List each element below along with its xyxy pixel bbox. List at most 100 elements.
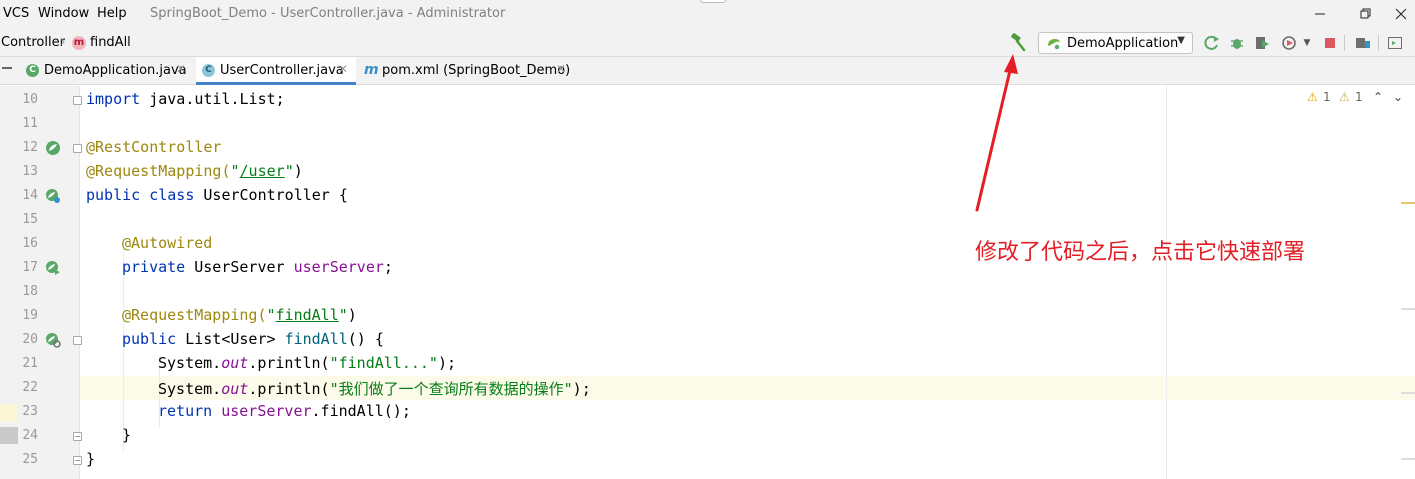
token-text: ) — [293, 162, 303, 180]
debug-button[interactable] — [1228, 34, 1246, 52]
coverage-button[interactable] — [1253, 34, 1271, 52]
code-editor[interactable]: 10 11 12 13 14 15 16 17 18 19 20 21 22 2… — [0, 86, 1415, 479]
autowired-navigate-icon[interactable] — [45, 260, 61, 276]
tab-label: DemoApplication.java — [44, 63, 187, 78]
token-text: .println( — [248, 354, 330, 372]
token-text: ; — [383, 258, 393, 276]
close-icon[interactable]: ✕ — [176, 62, 186, 76]
token-text: System. — [158, 354, 222, 372]
coverage-icon — [1256, 37, 1269, 49]
close-icon[interactable]: ✕ — [338, 62, 348, 76]
rerun-button[interactable] — [1203, 34, 1221, 52]
token-text: .findAll(); — [311, 402, 411, 420]
code-line: public List<User> findAll() { — [122, 330, 384, 348]
line-number: 12 — [22, 140, 38, 155]
close-icon[interactable]: ✕ — [556, 62, 566, 76]
line-number: 17 — [22, 260, 38, 275]
code-line: private UserServer userServer; — [122, 258, 393, 276]
menu-vcs[interactable]: VCS — [3, 6, 29, 21]
tab-scroll-indicator — [2, 67, 12, 69]
spring-bean-icon[interactable] — [45, 140, 61, 156]
editor-tabs: C DemoApplication.java ✕ C UserControlle… — [0, 57, 1415, 85]
menu-help[interactable]: Help — [97, 6, 127, 21]
project-structure-button[interactable] — [1354, 34, 1372, 52]
token-quote: " — [338, 306, 348, 324]
request-mapping-icon[interactable] — [45, 332, 61, 348]
terminal-button[interactable] — [1386, 34, 1404, 52]
fold-marker[interactable] — [73, 336, 82, 345]
code-line: @RestController — [86, 138, 221, 156]
token-url-path[interactable]: /user — [240, 162, 285, 180]
stripe-marker — [1401, 392, 1415, 394]
popup-edge — [700, 0, 726, 3]
tab-label: UserController.java — [220, 63, 344, 78]
line-number: 16 — [22, 236, 38, 251]
token-url-path[interactable]: findAll — [276, 306, 339, 324]
toolbar-separator — [1378, 35, 1379, 51]
tab-label: pom.xml (SpringBoot_Demo) — [382, 63, 571, 78]
token-keyword: import — [86, 90, 141, 108]
tab-demo-application[interactable]: C DemoApplication.java ✕ — [20, 57, 192, 85]
chevron-down-icon[interactable]: ⌄ — [1393, 90, 1403, 104]
more-run-options-icon[interactable]: ▼ — [1298, 34, 1316, 52]
token-text: java.util.List; — [140, 90, 285, 108]
menu-window[interactable]: Window — [38, 6, 89, 21]
line-number: 25 — [22, 452, 38, 467]
token-annotation: @RestController — [86, 138, 222, 156]
fold-marker[interactable] — [73, 96, 82, 105]
token-annotation: @Autowired — [122, 234, 213, 252]
breadcrumb-method[interactable]: findAll — [90, 35, 131, 50]
strip-marker — [0, 404, 18, 422]
token-text: () { — [347, 330, 384, 348]
stop-button[interactable] — [1321, 34, 1339, 52]
restore-icon — [1360, 8, 1371, 19]
profiler-icon — [1282, 36, 1296, 50]
tab-user-controller[interactable]: C UserController.java ✕ — [196, 57, 356, 85]
token-annotation: @RequestMapping( — [122, 306, 267, 324]
token-field: userServer — [293, 258, 384, 276]
profile-button[interactable] — [1280, 34, 1298, 52]
close-window-button[interactable] — [1389, 4, 1413, 24]
stripe-marker — [1401, 202, 1415, 204]
fold-end-marker[interactable] — [73, 456, 82, 465]
token-quote: " — [266, 306, 276, 324]
token-text: ); — [572, 380, 591, 398]
bug-icon — [1231, 39, 1243, 49]
fold-end-marker[interactable] — [73, 432, 82, 441]
code-line: return userServer.findAll(); — [158, 402, 411, 420]
toolbar-separator — [1344, 35, 1345, 51]
code-line: @Autowired — [122, 234, 212, 252]
breadcrumb-class[interactable]: Controller — [1, 35, 65, 50]
token-quote: " — [230, 162, 240, 180]
right-margin-guide — [1166, 86, 1167, 479]
tool-window-strip — [0, 86, 18, 479]
token-keyword: public — [122, 330, 177, 348]
annotation-text: 修改了代码之后，点击它快速部署 — [975, 240, 1306, 265]
tab-pom-xml[interactable]: m pom.xml (SpringBoot_Demo) ✕ — [358, 57, 570, 85]
strip-marker — [0, 427, 18, 444]
line-number: 24 — [22, 428, 38, 443]
token-text: UserServer — [185, 258, 294, 276]
code-line: System.out.println("findAll..."); — [158, 354, 456, 372]
line-number: 18 — [22, 284, 38, 299]
token-text: } — [86, 450, 96, 468]
spring-bean-navigate-icon[interactable] — [45, 188, 61, 204]
project-structure-icon — [1356, 38, 1370, 48]
spring-boot-icon — [1048, 39, 1060, 50]
token-annotation: @RequestMapping( — [86, 162, 231, 180]
chevron-up-icon[interactable]: ⌃ — [1373, 90, 1383, 104]
line-number: 10 — [22, 92, 38, 107]
minimize-button[interactable] — [1308, 4, 1332, 24]
window-icon — [1388, 37, 1402, 49]
token-method: findAll — [284, 330, 348, 348]
method-icon: m — [72, 36, 86, 50]
breadcrumb-separator-icon: › — [60, 34, 66, 50]
inspection-widget[interactable]: ⚠ 1 ⚠ 1 ⌃ ⌄ — [1307, 90, 1407, 108]
line-number: 19 — [22, 308, 38, 323]
fold-marker[interactable] — [73, 144, 82, 153]
maximize-button[interactable] — [1354, 4, 1378, 24]
run-configuration-select[interactable]: DemoApplication ▼ — [1038, 32, 1193, 54]
title-bar: VCS Window Help SpringBoot_Demo - UserCo… — [0, 0, 1415, 29]
line-number: 22 — [22, 380, 38, 395]
line-number: 21 — [22, 356, 38, 371]
